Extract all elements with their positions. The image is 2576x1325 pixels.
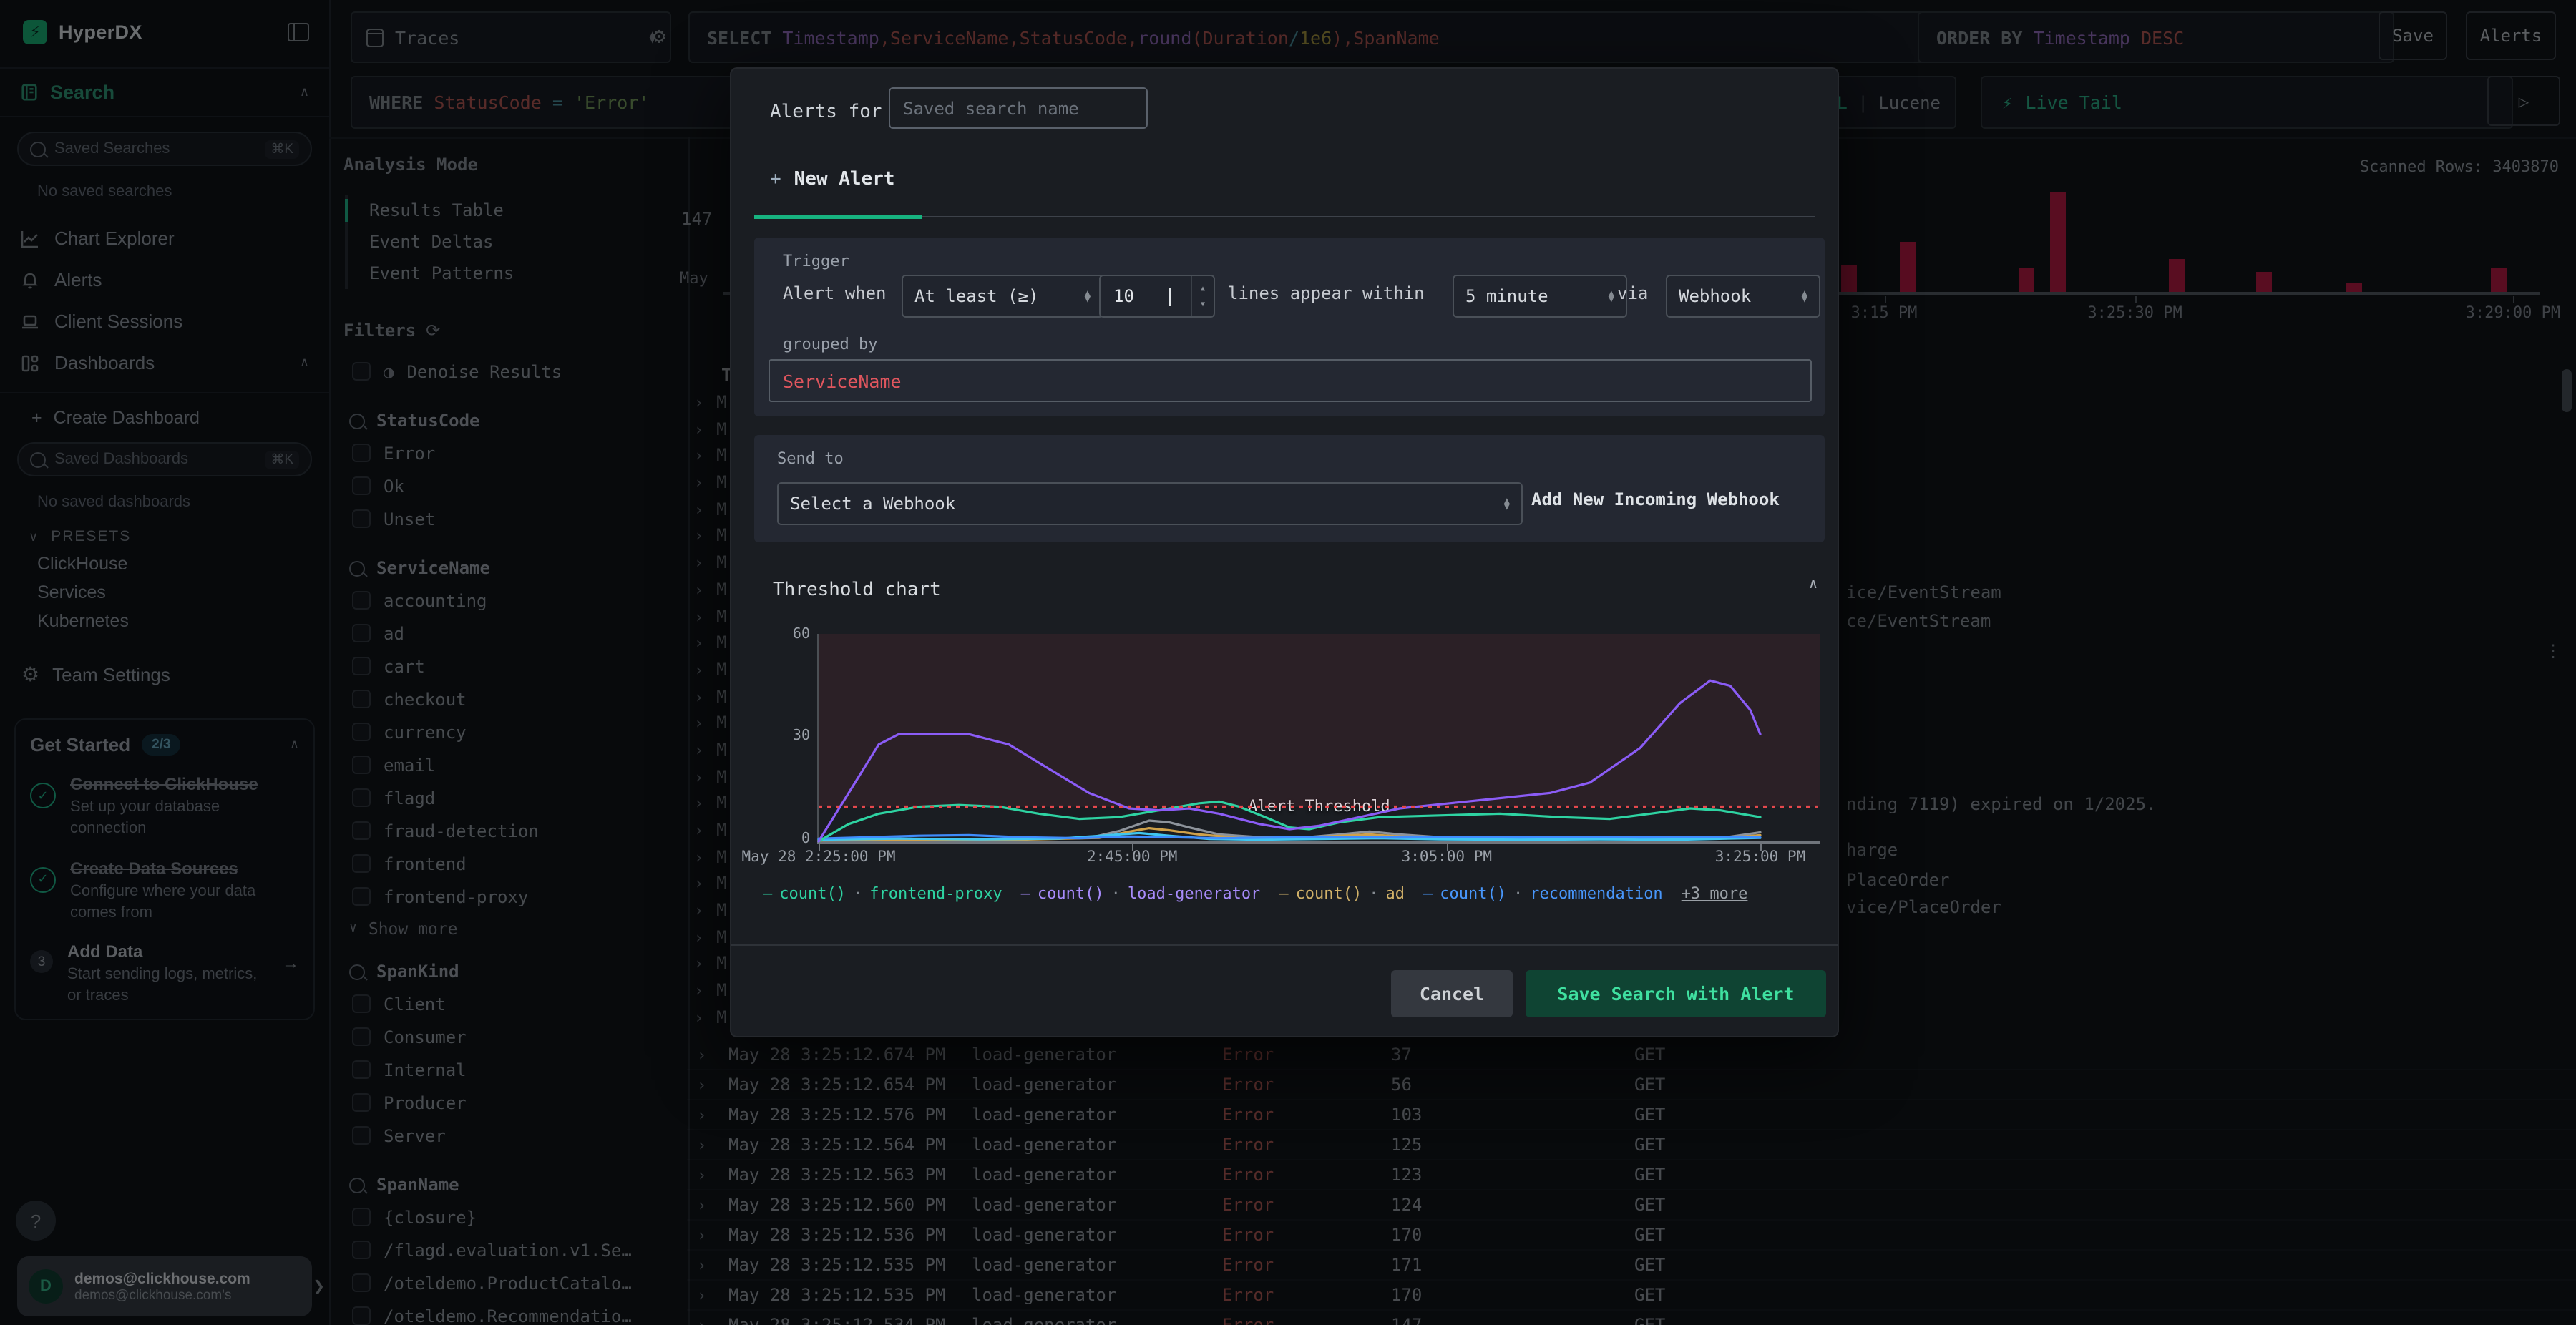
- axis-tick-label: 3:25:00 PM: [1714, 849, 1806, 866]
- axis-tick-label: May 28 2:25:00 PM: [741, 849, 896, 866]
- tab-underline: [754, 215, 1815, 219]
- create-alert-modal: Alerts for + New Alert Trigger Alert whe…: [730, 67, 1839, 1037]
- threshold-chart: 60 30 0 Alert Threshold May 28 2:25:00 P…: [742, 627, 1820, 866]
- save-search-with-alert-button[interactable]: Save Search with Alert: [1526, 970, 1826, 1017]
- legend-item[interactable]: — count() · frontend-proxy: [763, 884, 1002, 903]
- threshold-chart-title: Threshold chart: [773, 580, 941, 601]
- send-to-panel: Send to Select a Webhook ▲ ▼ Add New Inco…: [754, 435, 1825, 542]
- legend-more-button[interactable]: +3 more: [1682, 884, 1748, 903]
- condition-select[interactable]: At least (≥) ▲ ▼: [902, 275, 1103, 318]
- footer-divider: [731, 944, 1838, 946]
- saved-search-name-input[interactable]: [889, 87, 1148, 129]
- x-axis: [817, 841, 1820, 844]
- legend-item[interactable]: — count() · recommendation: [1423, 884, 1663, 903]
- lines-appear-label: lines appear within: [1228, 283, 1425, 303]
- axis-tick-label: 3:05:00 PM: [1401, 849, 1492, 866]
- text-caret: [1169, 287, 1171, 305]
- group-by-input[interactable]: ServiceName: [769, 359, 1812, 402]
- threshold-chart-svg: [817, 634, 1820, 843]
- add-webhook-button[interactable]: Add New Incoming Webhook: [1531, 489, 1780, 509]
- trigger-label: Trigger: [783, 252, 849, 270]
- viewport: ⚡ HyperDX Search ∧ Saved Searches ⌘K No …: [0, 0, 2576, 1325]
- channel-select[interactable]: Webhook ▲ ▼: [1666, 275, 1820, 318]
- send-to-label: Send to: [777, 449, 844, 468]
- chevron-updown-icon: ▲▼: [1801, 287, 1807, 305]
- time-window-select[interactable]: 5 minute ▲ ▼: [1453, 275, 1627, 318]
- plus-icon: +: [770, 169, 781, 190]
- trigger-panel: Trigger Alert when At least (≥) ▲▼ ▲▼ li…: [754, 238, 1825, 416]
- collapse-chevron-icon[interactable]: ∧: [1809, 577, 1818, 592]
- chevron-updown-icon: ▲▼: [1084, 287, 1091, 305]
- number-spinner[interactable]: ▲ ▼: [1191, 276, 1214, 316]
- cancel-button[interactable]: Cancel: [1391, 970, 1513, 1017]
- chevron-updown-icon: ▲▼: [1503, 494, 1510, 512]
- threshold-input-wrap: ▲▼: [1099, 275, 1215, 318]
- alert-when-label: Alert when: [783, 283, 887, 303]
- tab-new-alert[interactable]: + New Alert: [770, 169, 895, 190]
- via-label: via: [1617, 283, 1649, 303]
- axis-tick-label: 2:45:00 PM: [1086, 849, 1178, 866]
- grouped-by-label: grouped by: [783, 335, 878, 353]
- hyperdx-app: ⚡ HyperDX Search ∧ Saved Searches ⌘K No …: [0, 0, 2576, 1325]
- chevron-updown-icon: ▲▼: [1608, 287, 1614, 305]
- webhook-select[interactable]: Select a Webhook ▲ ▼: [777, 482, 1523, 525]
- legend-item[interactable]: — count() · ad: [1279, 884, 1405, 903]
- chart-legend: — count() · frontend-proxy — count() · load-gen…: [763, 884, 1823, 903]
- legend-item[interactable]: — count() · load-generator: [1021, 884, 1261, 903]
- modal-title: Alerts for: [770, 102, 882, 123]
- threshold-input[interactable]: [1101, 286, 1171, 306]
